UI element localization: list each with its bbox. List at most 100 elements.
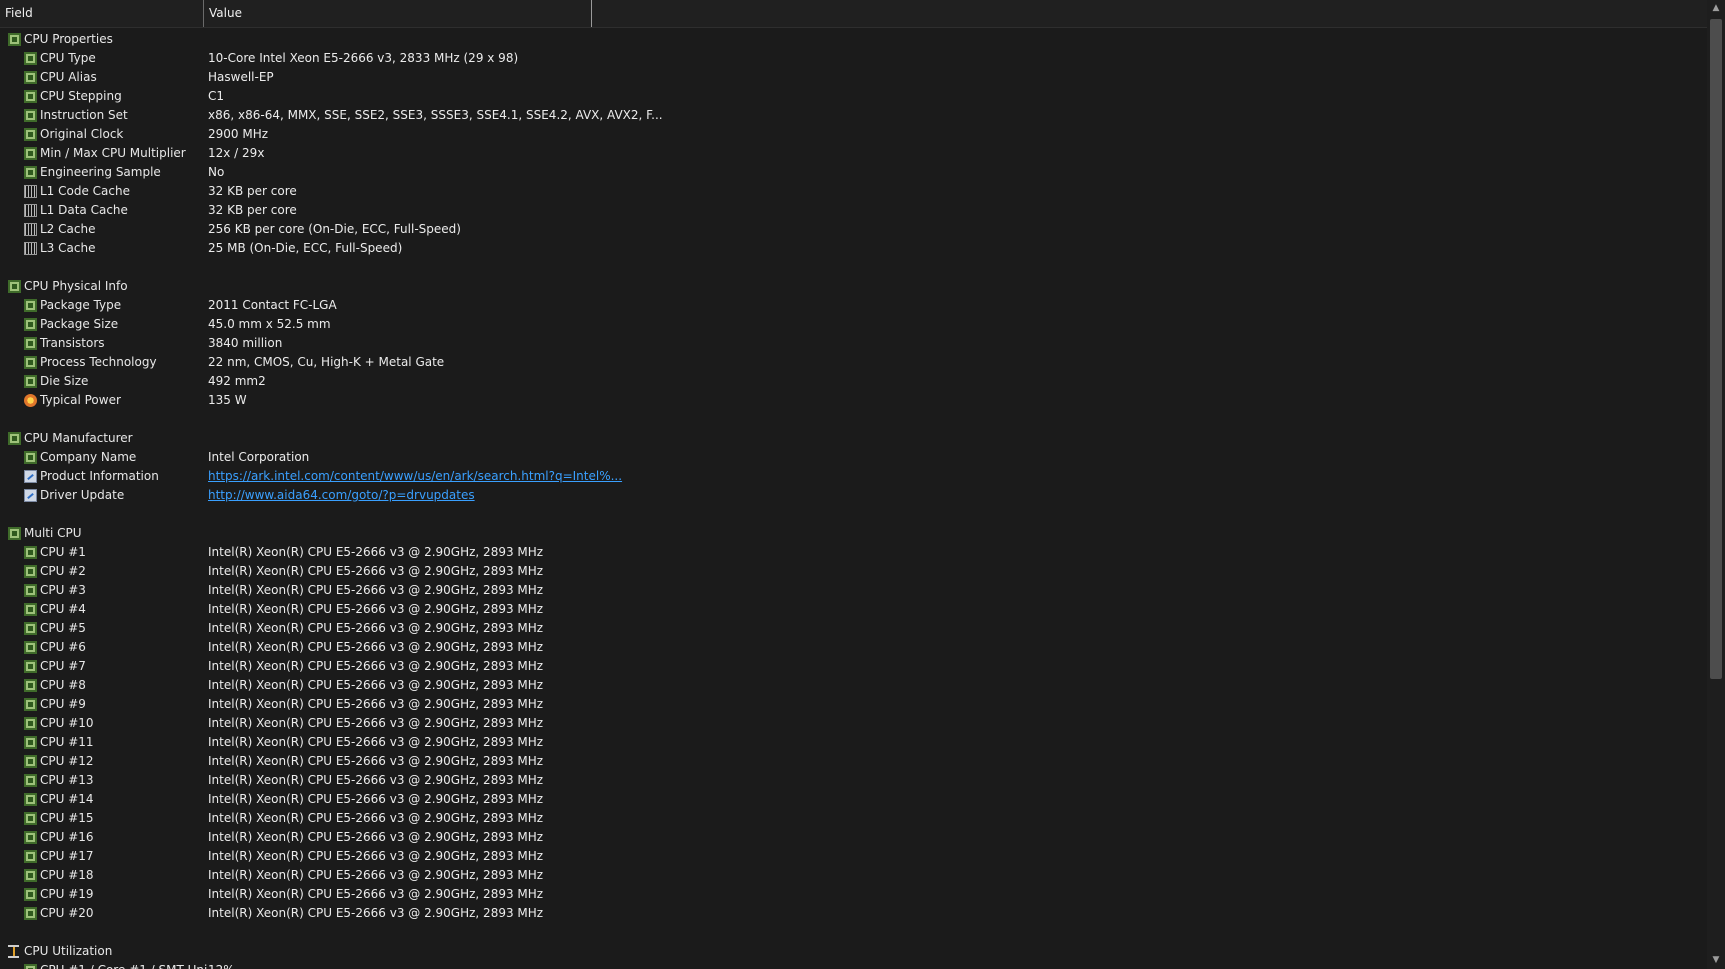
property-row[interactable]: CPU #9 Intel(R) Xeon(R) CPU E5-2666 v3 @ … xyxy=(0,695,1707,714)
value-link[interactable]: http://www.aida64.com/goto/?p=drvupdates xyxy=(208,486,475,505)
property-row[interactable]: CPU #11 Intel(R) Xeon(R) CPU E5-2666 v3 @… xyxy=(0,733,1707,752)
group-row[interactable]: CPU Properties xyxy=(0,30,1707,49)
blank-row xyxy=(0,258,1707,277)
property-row[interactable]: CPU #5 Intel(R) Xeon(R) CPU E5-2666 v3 @ … xyxy=(0,619,1707,638)
chip-icon xyxy=(24,964,37,969)
cache-icon xyxy=(24,204,37,217)
field-label: CPU #7 xyxy=(40,659,86,673)
property-row[interactable]: Package Size 45.0 mm x 52.5 mm xyxy=(0,315,1707,334)
value-column-header[interactable]: Value xyxy=(204,0,592,27)
scrollbar-thumb[interactable] xyxy=(1710,19,1722,679)
chip-icon xyxy=(24,337,37,350)
field-label: CPU #3 xyxy=(40,583,86,597)
field-label: CPU #9 xyxy=(40,697,86,711)
property-row[interactable]: Die Size 492 mm2 xyxy=(0,372,1707,391)
property-row[interactable]: Company Name Intel Corporation xyxy=(0,448,1707,467)
value-link[interactable]: https://ark.intel.com/content/www/us/en/… xyxy=(208,467,622,486)
field-label: Die Size xyxy=(40,374,89,388)
property-row[interactable]: CPU #20 Intel(R) Xeon(R) CPU E5-2666 v3 @… xyxy=(0,904,1707,923)
property-row[interactable]: Product Information https://ark.intel.com… xyxy=(0,467,1707,486)
property-row[interactable]: CPU #10 Intel(R) Xeon(R) CPU E5-2666 v3 @… xyxy=(0,714,1707,733)
field-label: Instruction Set xyxy=(40,108,128,122)
property-row[interactable]: CPU #13 Intel(R) Xeon(R) CPU E5-2666 v3 @… xyxy=(0,771,1707,790)
property-row[interactable]: Min / Max CPU Multiplier 12x / 29x xyxy=(0,144,1707,163)
field-value: 3840 million xyxy=(208,336,283,350)
chip-icon xyxy=(24,850,37,863)
property-row[interactable]: L1 Data Cache 32 KB per core xyxy=(0,201,1707,220)
field-label: Company Name xyxy=(40,450,137,464)
chip-icon xyxy=(24,698,37,711)
property-row[interactable]: CPU Stepping C1 xyxy=(0,87,1707,106)
property-row[interactable]: CPU Type 10-Core Intel Xeon E5-2666 v3, 2… xyxy=(0,49,1707,68)
property-row[interactable]: Engineering Sample No xyxy=(0,163,1707,182)
field-label: CPU Type xyxy=(40,51,96,65)
chip-icon xyxy=(24,299,37,312)
field-value: 12x / 29x xyxy=(208,146,265,160)
field-label: Transistors xyxy=(40,336,105,350)
property-row[interactable]: CPU #17 Intel(R) Xeon(R) CPU E5-2666 v3 @… xyxy=(0,847,1707,866)
group-row[interactable]: CPU Physical Info xyxy=(0,277,1707,296)
property-row[interactable]: CPU #14 Intel(R) Xeon(R) CPU E5-2666 v3 @… xyxy=(0,790,1707,809)
chip-icon xyxy=(24,147,37,160)
field-label: CPU #17 xyxy=(40,849,94,863)
field-value: 12% xyxy=(208,961,235,969)
field-label: CPU Utilization xyxy=(24,944,113,958)
property-row[interactable]: CPU #18 Intel(R) Xeon(R) CPU E5-2666 v3 @… xyxy=(0,866,1707,885)
scroll-down-arrow-icon[interactable]: ▼ xyxy=(1707,952,1725,969)
group-row[interactable]: Multi CPU xyxy=(0,524,1707,543)
field-value: Intel Corporation xyxy=(208,450,310,464)
property-row[interactable]: Typical Power 135 W xyxy=(0,391,1707,410)
chip-icon xyxy=(24,603,37,616)
property-row[interactable]: Instruction Set x86, x86-64, MMX, SSE, SS… xyxy=(0,106,1707,125)
property-row[interactable]: CPU #15 Intel(R) Xeon(R) CPU E5-2666 v3 @… xyxy=(0,809,1707,828)
property-row[interactable]: Package Type 2011 Contact FC-LGA xyxy=(0,296,1707,315)
chip-icon xyxy=(24,52,37,65)
property-row[interactable]: CPU #4 Intel(R) Xeon(R) CPU E5-2666 v3 @ … xyxy=(0,600,1707,619)
field-value: Intel(R) Xeon(R) CPU E5-2666 v3 @ 2.90GH… xyxy=(208,621,544,635)
field-label: Package Size xyxy=(40,317,119,331)
property-row[interactable]: CPU #2 Intel(R) Xeon(R) CPU E5-2666 v3 @ … xyxy=(0,562,1707,581)
field-value: Intel(R) Xeon(R) CPU E5-2666 v3 @ 2.90GH… xyxy=(208,830,544,844)
hourglass-icon xyxy=(8,945,19,958)
property-row[interactable]: CPU Alias Haswell-EP xyxy=(0,68,1707,87)
chip-icon xyxy=(24,109,37,122)
field-column-header[interactable]: Field xyxy=(0,0,204,27)
property-row[interactable]: CPU #12 Intel(R) Xeon(R) CPU E5-2666 v3 @… xyxy=(0,752,1707,771)
field-label: CPU #11 xyxy=(40,735,94,749)
field-value: Intel(R) Xeon(R) CPU E5-2666 v3 @ 2.90GH… xyxy=(208,792,544,806)
property-row[interactable]: L1 Code Cache 32 KB per core xyxy=(0,182,1707,201)
property-row[interactable]: CPU #8 Intel(R) Xeon(R) CPU E5-2666 v3 @ … xyxy=(0,676,1707,695)
chip-icon xyxy=(24,641,37,654)
property-row[interactable]: Driver Update http://www.aida64.com/goto/… xyxy=(0,486,1707,505)
chip-icon xyxy=(24,736,37,749)
property-row[interactable]: CPU #6 Intel(R) Xeon(R) CPU E5-2666 v3 @ … xyxy=(0,638,1707,657)
field-label: CPU #19 xyxy=(40,887,94,901)
vertical-scrollbar[interactable]: ▲ ▼ xyxy=(1707,0,1725,969)
scroll-up-arrow-icon[interactable]: ▲ xyxy=(1707,0,1725,17)
field-label: CPU #18 xyxy=(40,868,94,882)
property-row[interactable]: L2 Cache 256 KB per core (On-Die, ECC, Fu… xyxy=(0,220,1707,239)
field-label: CPU #4 xyxy=(40,602,86,616)
chip-icon xyxy=(24,356,37,369)
chip-icon xyxy=(8,527,21,540)
group-row[interactable]: CPU Manufacturer xyxy=(0,429,1707,448)
field-label: CPU #2 xyxy=(40,564,86,578)
property-row[interactable]: Original Clock 2900 MHz xyxy=(0,125,1707,144)
property-row[interactable]: CPU #16 Intel(R) Xeon(R) CPU E5-2666 v3 @… xyxy=(0,828,1707,847)
field-label: CPU Physical Info xyxy=(24,279,128,293)
property-row[interactable]: Process Technology 22 nm, CMOS, Cu, High-… xyxy=(0,353,1707,372)
property-row[interactable]: CPU #1 / Core #1 / SMT Uni...12% xyxy=(0,961,1707,969)
field-label: CPU Properties xyxy=(24,32,113,46)
field-label: L1 Code Cache xyxy=(40,184,130,198)
property-row[interactable]: CPU #19 Intel(R) Xeon(R) CPU E5-2666 v3 @… xyxy=(0,885,1707,904)
property-row[interactable]: L3 Cache 25 MB (On-Die, ECC, Full-Speed) xyxy=(0,239,1707,258)
properties-list[interactable]: CPU Properties CPU Type 10-Core Intel Xeon… xyxy=(0,28,1707,969)
property-row[interactable]: CPU #7 Intel(R) Xeon(R) CPU E5-2666 v3 @ … xyxy=(0,657,1707,676)
property-row[interactable]: Transistors 3840 million xyxy=(0,334,1707,353)
blank-row xyxy=(0,410,1707,429)
field-value: Intel(R) Xeon(R) CPU E5-2666 v3 @ 2.90GH… xyxy=(208,678,544,692)
field-label: CPU #12 xyxy=(40,754,94,768)
property-row[interactable]: CPU #1 Intel(R) Xeon(R) CPU E5-2666 v3 @ … xyxy=(0,543,1707,562)
group-row[interactable]: CPU Utilization xyxy=(0,942,1707,961)
property-row[interactable]: CPU #3 Intel(R) Xeon(R) CPU E5-2666 v3 @ … xyxy=(0,581,1707,600)
